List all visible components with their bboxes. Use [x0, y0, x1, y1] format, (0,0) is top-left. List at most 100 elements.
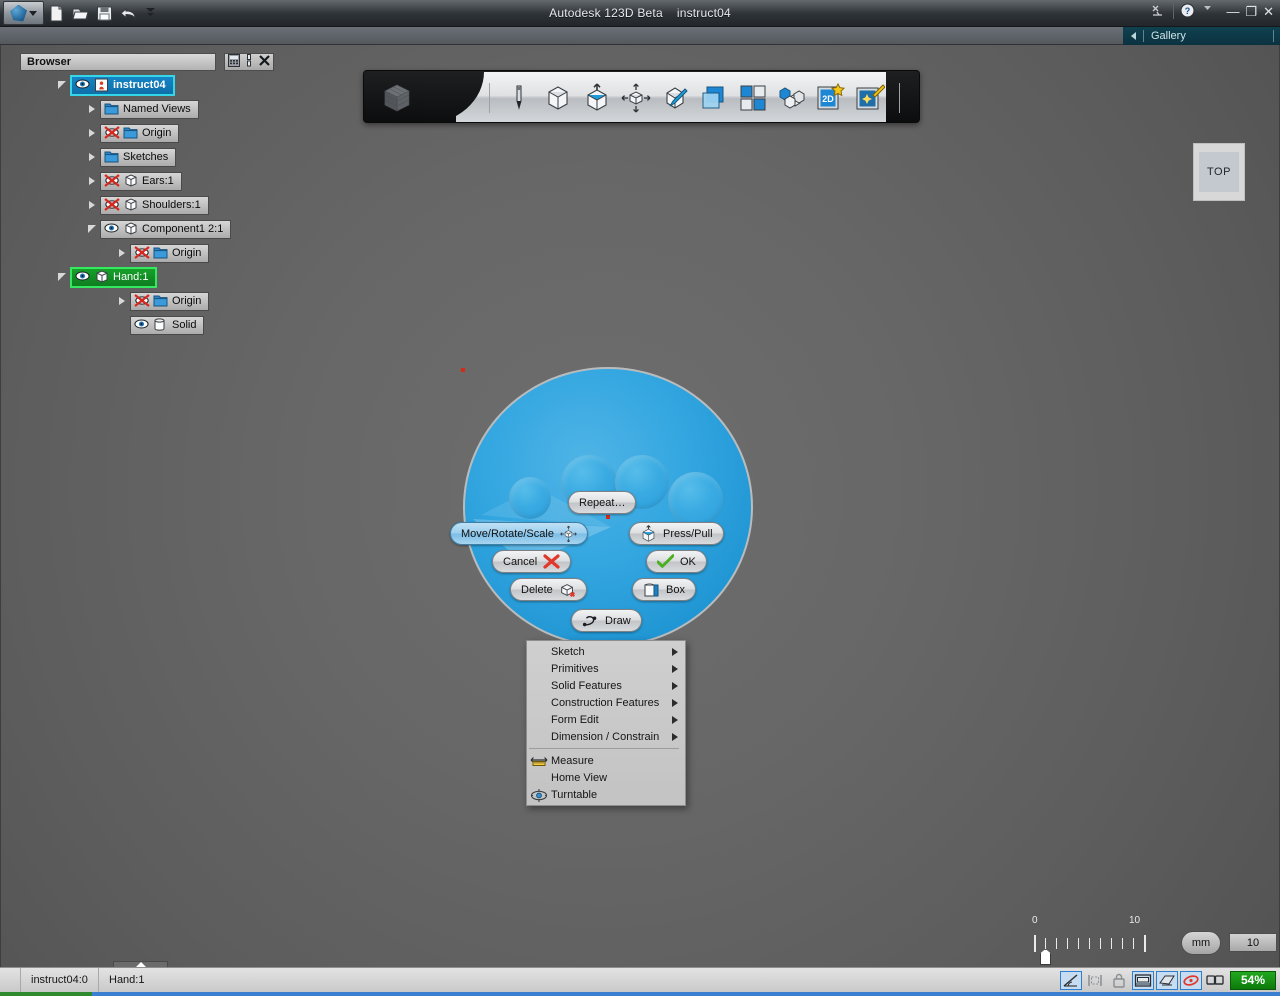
save-icon[interactable]: [96, 5, 113, 22]
browser-node-component1-2-1[interactable]: Component1 2:1: [84, 219, 272, 239]
browser-node-origin[interactable]: Origin: [114, 243, 272, 263]
browser-node-pill[interactable]: Hand:1: [70, 266, 158, 288]
help-icon[interactable]: ?: [1180, 3, 1197, 20]
pattern-tool[interactable]: [738, 83, 768, 113]
browser-close-icon[interactable]: [258, 54, 271, 70]
browser-node-ears-1[interactable]: Ears:1: [84, 171, 272, 191]
context-menu-item-solid-features[interactable]: Solid Features: [527, 677, 685, 694]
marking-menu-cancel[interactable]: Cancel: [492, 550, 572, 573]
modify-tool[interactable]: [660, 83, 690, 113]
browser-node-sketches[interactable]: Sketches: [84, 147, 272, 167]
open-icon[interactable]: [72, 5, 89, 22]
move-rotate-scale-tool[interactable]: [621, 83, 651, 113]
browser-node-pill[interactable]: Ears:1: [100, 171, 182, 191]
marking-menu-delete[interactable]: Delete: [510, 578, 587, 601]
expand-arrow-icon[interactable]: [84, 153, 100, 161]
browser-node-pill[interactable]: Origin: [130, 291, 210, 311]
browser-node-hand-1[interactable]: Hand:1: [54, 266, 272, 288]
browser-node-solid[interactable]: Solid: [114, 315, 272, 335]
quick-access-toolbar[interactable]: [48, 3, 161, 24]
satellite-icon[interactable]: [1150, 3, 1167, 20]
new-icon[interactable]: [48, 5, 65, 22]
marking-menu-press-pull[interactable]: Press/Pull: [629, 522, 724, 545]
browser-header-tools[interactable]: [224, 53, 274, 71]
snap-toggle[interactable]: [1060, 970, 1082, 990]
customize-icon[interactable]: [144, 5, 161, 22]
sketch-tool[interactable]: [504, 83, 534, 113]
grid-toggle[interactable]: [1132, 970, 1154, 990]
context-menu-item-measure[interactable]: Measure: [527, 752, 685, 769]
browser-dock-icon[interactable]: [245, 54, 253, 70]
browser-node-named-views[interactable]: Named Views: [84, 99, 272, 119]
status-toggles[interactable]: [1059, 968, 1227, 993]
browser-node-pill[interactable]: instruct04: [70, 74, 175, 96]
2d-drawing-tool[interactable]: 2D: [816, 82, 846, 113]
context-menu-item-primitives[interactable]: Primitives: [527, 660, 685, 677]
zoom-level-badge[interactable]: 54%: [1230, 970, 1276, 990]
collapse-arrow-icon[interactable]: [54, 272, 70, 283]
model-bump[interactable]: [668, 472, 723, 527]
grid-size-field[interactable]: 10: [1229, 933, 1277, 952]
expand-arrow-icon[interactable]: [84, 201, 100, 209]
browser-filter-icon[interactable]: [227, 54, 240, 70]
app-menu-button[interactable]: [3, 1, 44, 25]
group-tool[interactable]: [777, 83, 807, 113]
marking-menu-box[interactable]: Box: [632, 578, 696, 601]
browser-node-pill[interactable]: Named Views: [100, 99, 199, 119]
scale-ruler[interactable]: 0 10 mm 10 1: [1024, 913, 1277, 967]
orbit-toggle[interactable]: [1180, 970, 1202, 990]
toolbar-items[interactable]: 2D: [484, 71, 905, 122]
view-cube[interactable]: TOP: [1193, 143, 1245, 201]
collapse-arrow-icon[interactable]: [54, 80, 70, 91]
triangle-left-icon[interactable]: [1131, 32, 1136, 40]
browser-node-pill[interactable]: Shoulders:1: [100, 195, 209, 215]
context-menu-item-sketch[interactable]: Sketch: [527, 643, 685, 660]
context-menu-item-home-view[interactable]: Home View: [527, 769, 685, 786]
browser-node-origin[interactable]: Origin: [114, 291, 272, 311]
browser-node-origin[interactable]: Origin: [84, 123, 272, 143]
context-menu-item-dimension-constrain[interactable]: Dimension / Constrain: [527, 728, 685, 745]
plane-toggle[interactable]: [1156, 970, 1178, 990]
marking-menu-ok[interactable]: OK: [646, 550, 707, 573]
expand-arrow-icon[interactable]: [84, 177, 100, 185]
smart-tool[interactable]: [855, 83, 885, 113]
marking-menu-repeat[interactable]: Repeat…: [568, 491, 637, 514]
gallery-tab[interactable]: Gallery: [1123, 27, 1280, 45]
undo-icon[interactable]: [120, 5, 137, 22]
expand-arrow-icon[interactable]: [114, 249, 130, 257]
3d-viewport[interactable]: Browser instruct04 Named Views Origin Sketc…: [0, 45, 1280, 967]
press-pull-tool[interactable]: [582, 82, 612, 113]
display-toggle[interactable]: [1204, 971, 1226, 990]
constraints-toggle[interactable]: [1084, 971, 1106, 990]
combine-tool[interactable]: [699, 83, 729, 113]
browser-node-instruct04[interactable]: instruct04: [54, 74, 272, 96]
collapse-arrow-icon[interactable]: [84, 224, 100, 235]
expand-arrow-icon[interactable]: [84, 129, 100, 137]
context-menu-item-construction-features[interactable]: Construction Features: [527, 694, 685, 711]
expand-arrow-icon[interactable]: [114, 297, 130, 305]
browser-node-pill[interactable]: Solid: [130, 315, 205, 335]
window-controls[interactable]: ? — ❐ ✕: [1150, 3, 1274, 20]
restore-button[interactable]: ❐: [1245, 5, 1257, 18]
browser-node-pill[interactable]: Origin: [100, 123, 180, 143]
browser-node-pill[interactable]: Origin: [130, 243, 210, 263]
context-menu-item-turntable[interactable]: Turntable: [527, 786, 685, 803]
marking-menu-move-rotate-scale[interactable]: Move/Rotate/Scale: [450, 522, 588, 545]
expand-arrow-icon[interactable]: [84, 105, 100, 113]
browser-node-shoulders-1[interactable]: Shoulders:1: [84, 195, 272, 215]
browser-tree[interactable]: instruct04 Named Views Origin Sketches Ears:…: [20, 71, 272, 335]
browser-node-pill[interactable]: Sketches: [100, 147, 177, 167]
close-button[interactable]: ✕: [1263, 5, 1274, 18]
help-dropdown-icon[interactable]: [1203, 3, 1220, 20]
context-menu-item-form-edit[interactable]: Form Edit: [527, 711, 685, 728]
unit-selector[interactable]: mm: [1181, 931, 1221, 955]
primitives-tool[interactable]: [543, 83, 573, 113]
model-bump[interactable]: [509, 477, 551, 519]
minimize-button[interactable]: —: [1226, 5, 1239, 18]
main-toolbar[interactable]: 2D: [363, 70, 920, 123]
context-menu[interactable]: Sketch Primitives Solid Features Constructi…: [526, 640, 686, 806]
view-cube-label[interactable]: TOP: [1199, 152, 1239, 192]
marking-menu-draw[interactable]: Draw: [571, 609, 642, 632]
lock-toggle[interactable]: [1108, 971, 1130, 990]
browser-node-pill[interactable]: Component1 2:1: [100, 219, 232, 239]
